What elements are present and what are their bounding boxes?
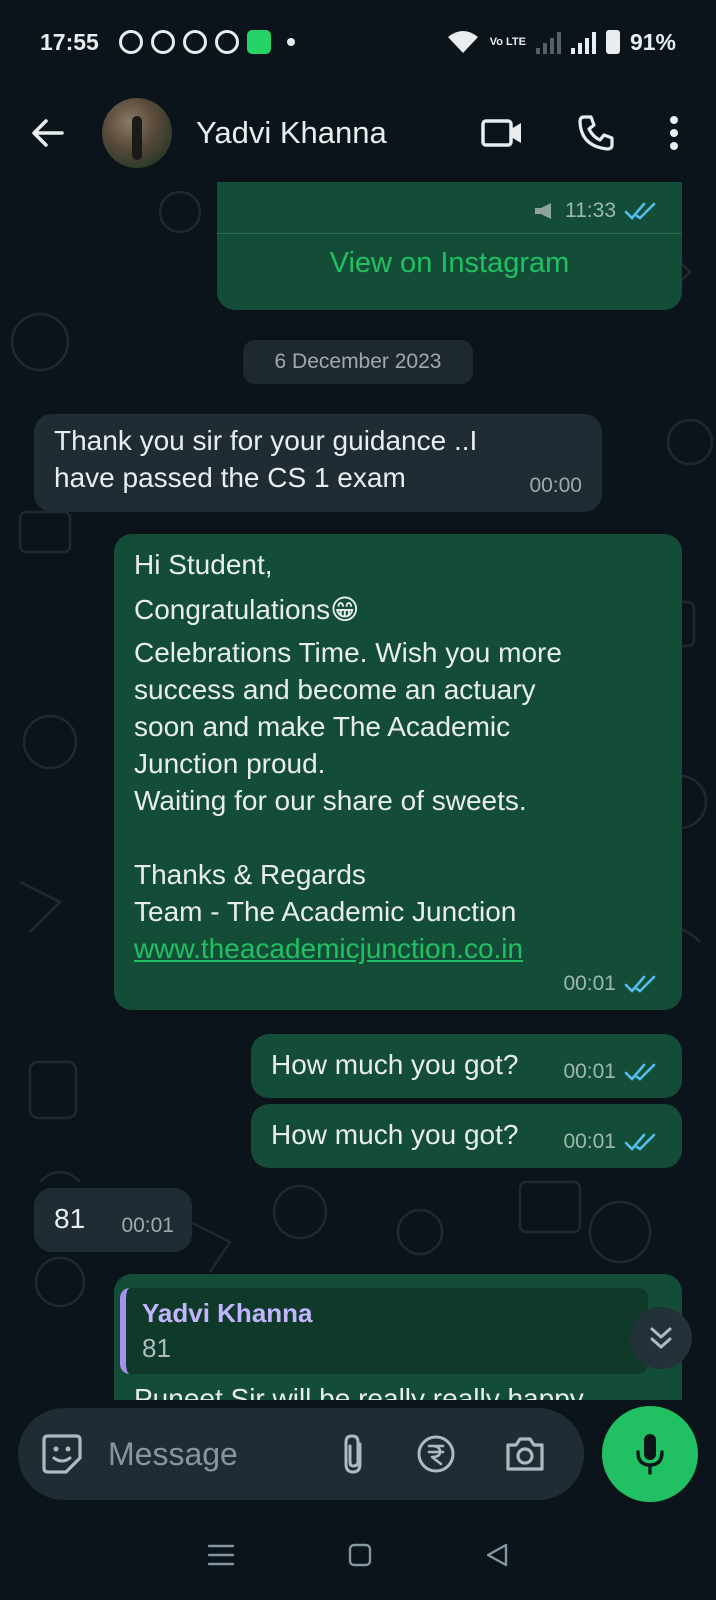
read-ticks-icon [624,1133,656,1151]
whatsapp-business-notification-icon [182,30,207,54]
sticker-icon[interactable] [40,1432,84,1476]
system-navigation-bar [0,1510,716,1600]
payment-rupee-icon[interactable] [416,1434,456,1474]
notification-icons [118,30,295,54]
volte-label: Vo LTE [489,36,526,48]
whatsapp-notification-icon [150,30,175,54]
recent-apps-icon[interactable] [206,1542,236,1568]
message-input-bar[interactable]: Message [18,1408,584,1500]
read-ticks-icon [624,975,656,993]
message-text-line: Congratulations😁 [134,591,662,628]
message-text-line: Hi Student, [134,549,273,580]
message-text: 81 [54,1203,86,1234]
microphone-icon [636,1434,664,1475]
message-time: 00:00 [529,474,582,497]
message-time: 00:01 [563,1130,616,1153]
quoted-message[interactable]: Yadvi Khanna 81 [120,1288,648,1374]
home-icon[interactable] [347,1542,373,1568]
message-time: 00:01 [121,1214,174,1237]
more-options-icon[interactable] [668,115,680,151]
voice-call-icon[interactable] [576,113,616,153]
message-text: How much you got? [271,1119,519,1150]
camera-icon[interactable] [504,1435,546,1473]
battery-icon [605,30,620,54]
message-text: Puneet Sir will be really really happy [134,1383,584,1400]
back-button[interactable] [24,109,72,157]
chat-area[interactable]: 11:33 View on Instagram 6 December 2023 … [0,182,716,1400]
voice-message-button[interactable] [602,1406,698,1502]
more-notifications-dot [286,38,295,46]
message-time: 00:01 [563,972,616,995]
video-call-icon[interactable] [480,115,524,151]
message-text-fragment: Congratulations [134,594,331,625]
forwarded-megaphone-icon [535,202,551,219]
back-arrow-icon [32,119,64,147]
chat-notification-icon [214,30,239,54]
avatar[interactable] [102,98,172,168]
message-text: How much you got? [271,1049,519,1080]
message-time: 11:33 [565,199,616,222]
message-text-line: success and become an actuary [134,674,536,705]
read-ticks-icon [624,202,656,220]
read-ticks-icon [624,1063,656,1081]
message-text-line: Waiting for our share of sweets. [134,785,527,816]
website-link[interactable]: www.theacademicjunction.co.in [134,930,662,967]
wifi-icon [447,31,478,53]
outgoing-message[interactable]: How much you got? 00:01 [251,1104,682,1168]
battery-level: 91% [629,28,676,55]
message-time: 00:01 [563,1060,616,1083]
signal-sim2-icon [570,30,596,54]
instagram-share-bubble[interactable]: 11:33 View on Instagram [217,182,682,310]
status-bar: 17:55 Vo LTE 91% [0,0,716,84]
quoted-text: 81 [142,1333,171,1363]
outgoing-reply-message[interactable]: Yadvi Khanna 81 Puneet Sir will be reall… [114,1274,682,1400]
attach-paperclip-icon[interactable] [338,1432,368,1476]
app-notification-icon [246,30,271,54]
signal-sim1-icon [535,30,561,54]
view-on-instagram-link[interactable]: View on Instagram [217,234,682,292]
outgoing-message[interactable]: Hi Student, Congratulations😁 Celebration… [114,534,682,1010]
double-chevron-down-icon [650,1327,672,1349]
message-input[interactable]: Message [108,1436,338,1473]
outgoing-message[interactable]: How much you got? 00:01 [251,1034,682,1098]
grinning-emoji: 😁 [330,594,360,625]
message-text-line [134,819,662,856]
message-text-line: Junction proud. [134,748,326,779]
incoming-message[interactable]: Thank you sir for your guidance ..I have… [34,414,602,512]
message-text-line: Thanks & Regards [134,859,366,890]
message-text-line: Celebrations Time. Wish you more [134,637,562,668]
chat-header: Yadvi Khanna [0,84,716,182]
message-text-line: Thank you sir for your guidance ..I [54,425,478,456]
contact-name[interactable]: Yadvi Khanna [196,115,387,151]
whatsapp-notification-icon [118,30,143,54]
message-text-line: have passed the CS 1 exam [54,462,406,493]
scroll-to-bottom-button[interactable] [630,1307,692,1369]
quoted-sender: Yadvi Khanna [142,1298,313,1328]
message-text-line: Team - The Academic Junction [134,896,517,927]
date-chip: 6 December 2023 [243,340,473,384]
status-time: 17:55 [40,28,99,55]
incoming-message[interactable]: 81 00:01 [34,1188,192,1252]
message-text-line: soon and make The Academic [134,711,511,742]
back-nav-icon[interactable] [484,1542,510,1568]
